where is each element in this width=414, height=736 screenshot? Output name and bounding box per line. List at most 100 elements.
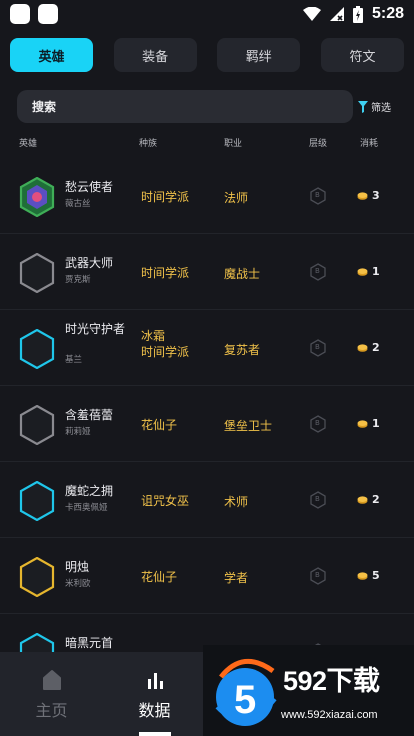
- hero-race: 花仙子: [141, 417, 177, 433]
- active-indicator: [138, 732, 171, 736]
- header-cost[interactable]: 消耗: [360, 136, 378, 149]
- hero-race: 时间学派: [141, 265, 189, 281]
- hero-row[interactable]: 魔蛇之拥 卡西奥佩娅 诅咒女巫 术师 B 2: [0, 462, 414, 538]
- hero-race: 诅咒女巫: [141, 493, 189, 509]
- hero-title: 贾克斯: [65, 275, 91, 285]
- wifi-icon: [302, 7, 321, 21]
- search-label: 搜索: [32, 100, 57, 114]
- watermark-logo: 5: [215, 658, 277, 726]
- hero-title: 薇古丝: [65, 199, 91, 209]
- home-icon: [42, 670, 61, 690]
- hero-row[interactable]: 明烛 米利欧 花仙子 学者 B 5: [0, 538, 414, 614]
- race-tag: 冰霜: [141, 329, 166, 343]
- filter-button[interactable]: 筛选: [358, 99, 391, 114]
- category-tabs: 英雄 装备 羁绊 符文: [10, 38, 404, 72]
- hero-job: 魔战士: [224, 267, 261, 281]
- hero-name: 暗黑元首: [65, 636, 114, 650]
- filter-label: 筛选: [371, 103, 391, 114]
- hero-portrait: [19, 328, 55, 370]
- gold-coin-icon: [357, 495, 368, 504]
- tab-items[interactable]: 装备: [113, 38, 197, 72]
- signal-icon: [329, 7, 344, 21]
- tab-traits[interactable]: 羁绊: [217, 38, 301, 72]
- nav-home-label: 主页: [35, 701, 68, 720]
- tier-badge: B: [310, 263, 326, 281]
- watermark-url: www.592xiazai.com: [281, 709, 378, 721]
- tier-badge: B: [310, 567, 326, 585]
- hero-portrait: [19, 404, 55, 446]
- tier-badge: B: [310, 415, 326, 433]
- race-tag: 时间学派: [141, 345, 190, 359]
- hero-job: 法师: [224, 191, 249, 205]
- tier-letter: B: [315, 267, 320, 275]
- tier-badge: B: [310, 339, 326, 357]
- hero-portrait: [19, 176, 55, 218]
- hero-job: 复苏者: [224, 343, 261, 357]
- tier-letter: B: [315, 343, 320, 351]
- status-bar: 5:28: [0, 0, 414, 28]
- hero-row[interactable]: 时光守护者 基兰 冰霜 时间学派 复苏者 B 2: [0, 310, 414, 386]
- hero-name: 明烛: [65, 560, 90, 574]
- cost-value: 1: [372, 417, 380, 430]
- race-tag: 花仙子: [141, 570, 178, 584]
- hero-name: 魔蛇之拥: [65, 484, 114, 498]
- hero-title: 米利欧: [65, 579, 91, 589]
- hero-portrait: [19, 556, 55, 598]
- hero-cost: 1: [357, 265, 380, 278]
- header-tier[interactable]: 层级: [309, 136, 327, 149]
- hero-job: 堡垒卫士: [224, 419, 273, 433]
- hero-row[interactable]: 武器大师 贾克斯 时间学派 魔战士 B 1: [0, 234, 414, 310]
- tier-letter: B: [315, 419, 320, 427]
- battery-icon: [352, 5, 363, 23]
- search-input[interactable]: 搜索: [17, 90, 353, 123]
- notification-icon: [38, 4, 58, 24]
- nav-data[interactable]: 数据: [103, 652, 206, 736]
- hero-row[interactable]: 含羞蓓蕾 莉莉娅 花仙子 堡垒卫士 B 1: [0, 386, 414, 462]
- clock: 5:28: [371, 5, 404, 22]
- tier-letter: B: [315, 495, 320, 503]
- hero-row[interactable]: 愁云使者 薇古丝 时间学派 法师 B 3: [0, 158, 414, 234]
- hero-cost: 3: [357, 189, 380, 202]
- race-tag: 时间学派: [141, 190, 190, 204]
- hero-name: 武器大师: [65, 256, 114, 270]
- gold-coin-icon: [357, 267, 368, 276]
- nav-home[interactable]: 主页: [0, 652, 103, 736]
- hero-race: 花仙子: [141, 569, 177, 585]
- gold-coin-icon: [357, 191, 368, 200]
- hero-cost: 1: [357, 417, 380, 430]
- hero-title: 莉莉娅: [65, 427, 91, 437]
- tier-letter: B: [315, 191, 320, 199]
- hero-portrait: [19, 480, 55, 522]
- header-hero: 英雄: [19, 139, 38, 149]
- hero-name: 愁云使者: [65, 180, 114, 194]
- race-tag: 花仙子: [141, 418, 178, 432]
- hero-title: 卡西奥佩娅: [65, 503, 108, 513]
- race-tag: 时间学派: [141, 266, 190, 280]
- tab-heroes[interactable]: 英雄: [10, 38, 93, 72]
- nav-data-label: 数据: [138, 701, 171, 720]
- gold-coin-icon: [357, 419, 368, 428]
- watermark: 5 592下载 www.592xiazai.com: [203, 645, 414, 736]
- tab-runes[interactable]: 符文: [320, 38, 404, 72]
- table-header: 英雄 种族 职业 层级 消耗: [0, 136, 414, 150]
- gold-coin-icon: [357, 571, 368, 580]
- cost-value: 1: [372, 265, 380, 278]
- notification-icon: [10, 4, 30, 24]
- hero-job: 学者: [224, 571, 249, 585]
- watermark-text: 592下载: [283, 666, 380, 696]
- tier-badge: B: [310, 187, 326, 205]
- hero-cost: 2: [357, 493, 380, 506]
- gold-coin-icon: [357, 343, 368, 352]
- cost-value: 3: [372, 189, 380, 202]
- cost-value: 2: [372, 493, 380, 506]
- header-race: 种族: [139, 139, 158, 149]
- hero-race: 冰霜 时间学派: [141, 328, 189, 360]
- tier-letter: B: [315, 571, 320, 579]
- hero-portrait: [19, 252, 55, 294]
- hero-name: 含羞蓓蕾: [65, 408, 114, 422]
- hero-race: 时间学派: [141, 189, 189, 205]
- hero-name: 时光守护者: [65, 322, 126, 336]
- hero-list: 愁云使者 薇古丝 时间学派 法师 B 3 武器大师 贾克斯 时间学派 魔战士 B: [0, 158, 414, 690]
- tier-badge: B: [310, 491, 326, 509]
- cost-value: 5: [372, 569, 380, 582]
